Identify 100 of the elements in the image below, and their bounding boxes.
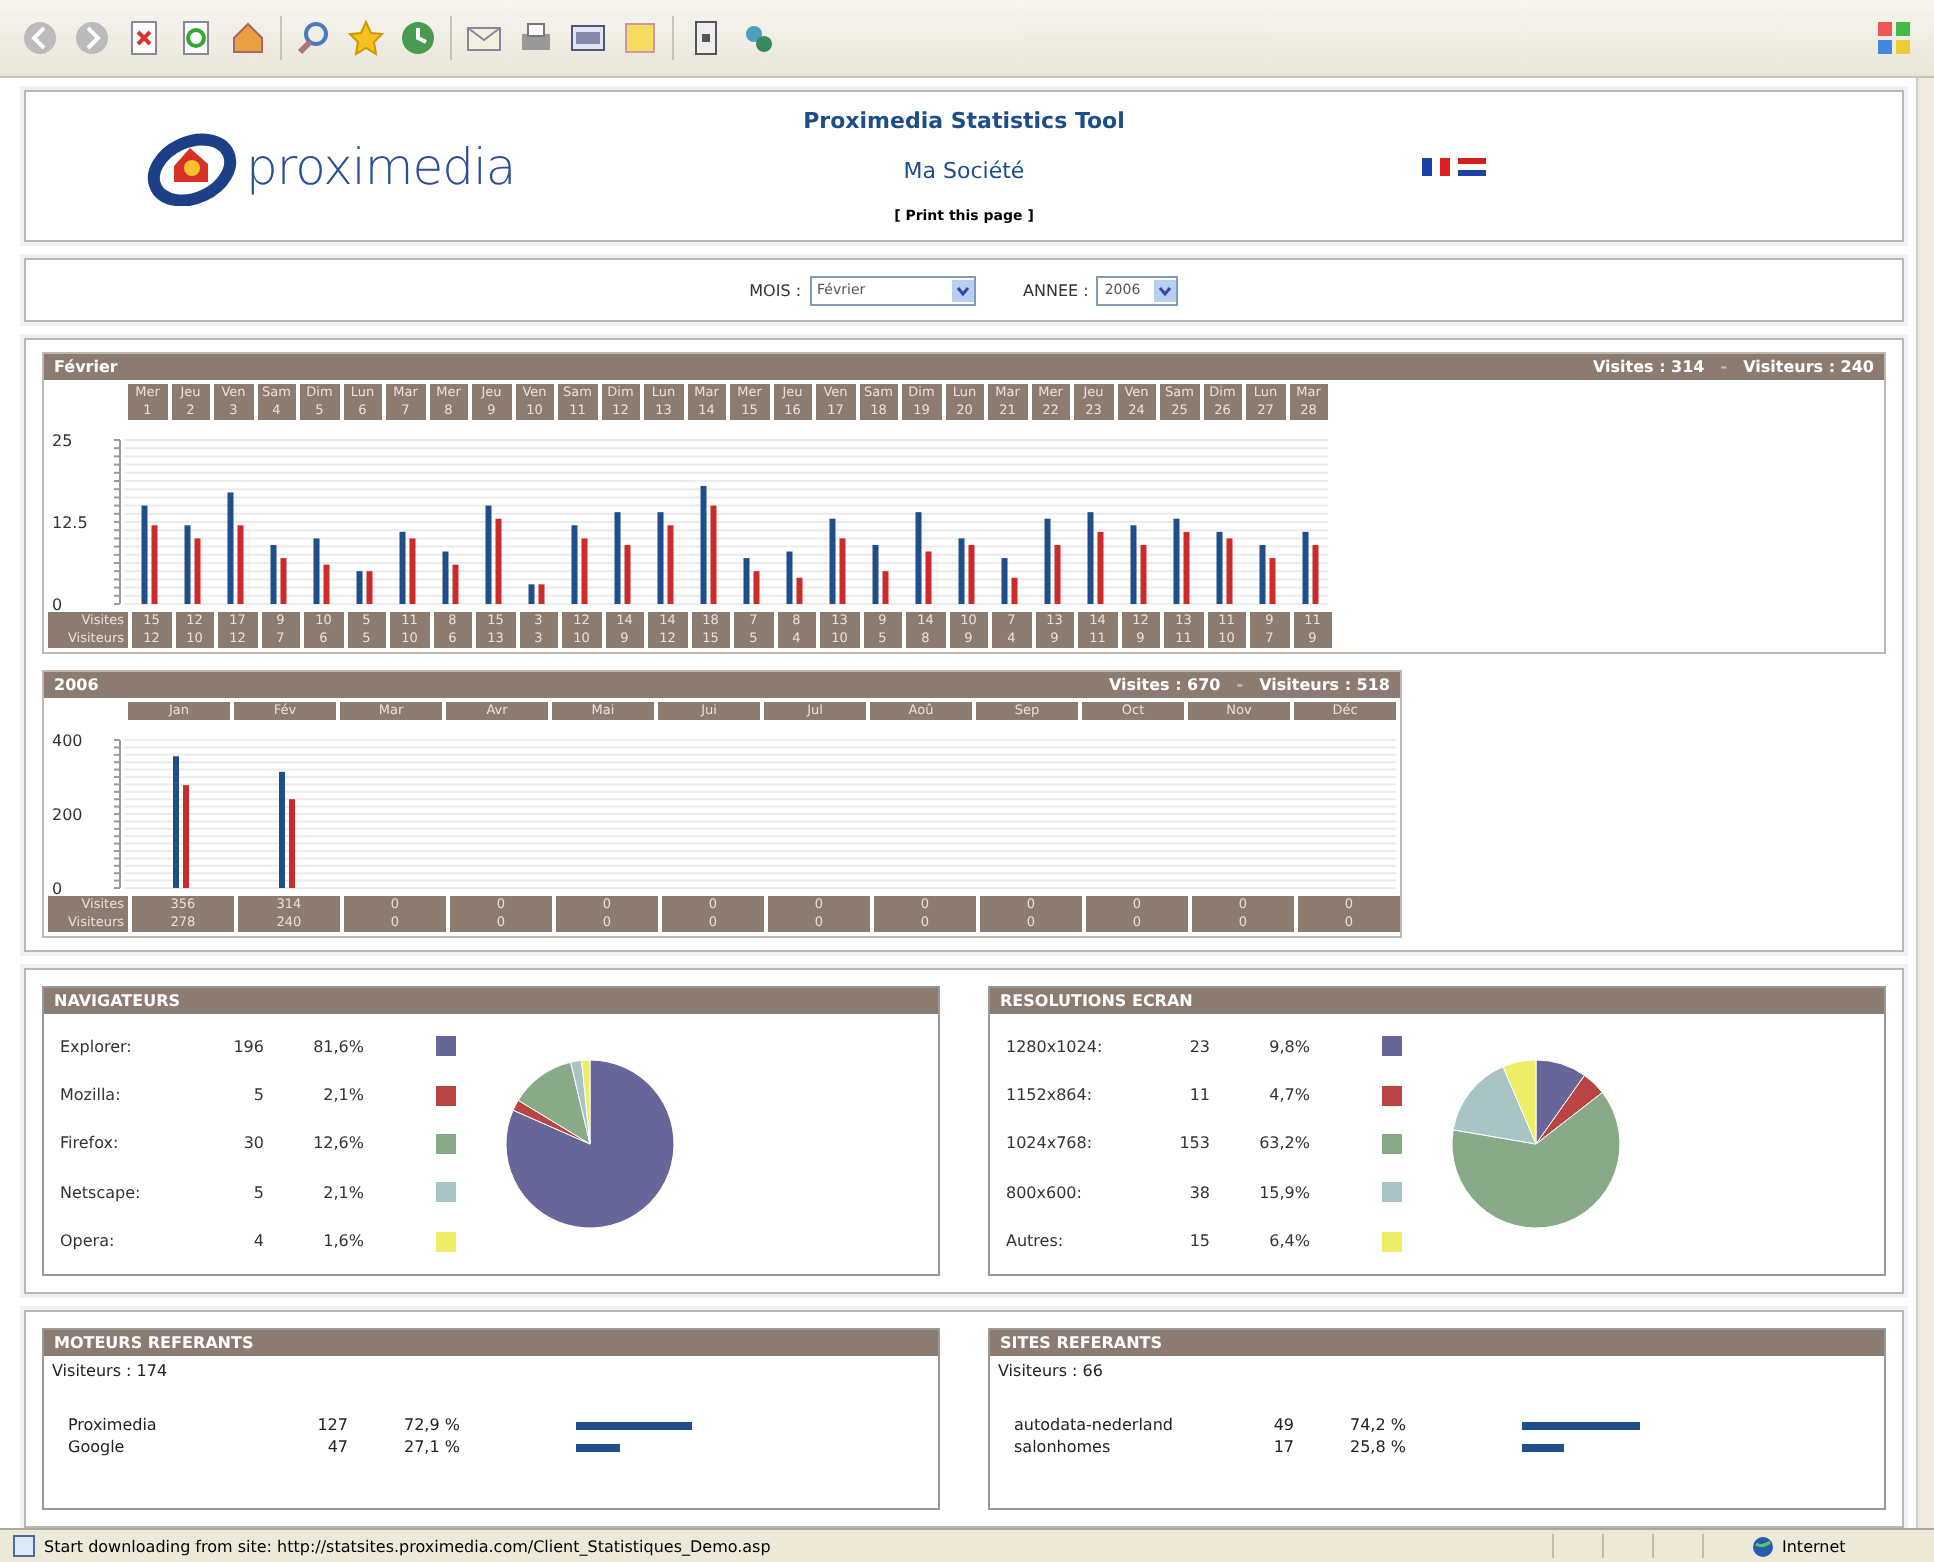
bar [289,799,295,888]
bar [1087,512,1094,604]
filter-label: ANNEE : [1023,281,1089,300]
count: 49 [1271,1416,1294,1434]
count: 5 [251,1183,264,1202]
bar [882,571,889,604]
count: 30 [241,1134,264,1153]
percent: 74,2 % [1348,1416,1408,1434]
scrollbar[interactable] [1916,78,1934,1528]
count: 127 [315,1416,348,1434]
axis-label: 25 [52,432,73,450]
bar [581,538,588,604]
axis-label: 200 [52,806,83,824]
bar [485,505,492,604]
bar [1312,544,1319,604]
bar [571,525,578,604]
percent: 63,2% [1257,1134,1310,1153]
bar [796,577,803,604]
axis-label: 0 [52,596,63,612]
percent: 27,1 % [402,1438,462,1456]
row-label: 1280x1024: [1006,1037,1105,1056]
percent: 12,6% [311,1134,364,1153]
percent: 9,8% [1267,1037,1310,1056]
panel-title: SITES REFERANTS [1000,1334,1163,1352]
bar [409,538,416,604]
search-icon[interactable] [294,18,334,58]
count: 11 [1187,1086,1210,1105]
status-text: Start downloading from site: http://statsites.proximedia.com/Client_Statistiques_Demo.asp [44,1537,771,1555]
percent: 4,7% [1267,1086,1310,1105]
visitors-count: Visiteurs : 66 [998,1362,1103,1380]
separator: - [1236,676,1244,694]
bar [1183,531,1190,604]
bar [839,538,846,604]
bar [1173,518,1180,604]
back-icon[interactable] [20,18,60,58]
row-label: Opera: [60,1232,117,1251]
count: 196 [231,1037,264,1056]
bar [743,558,750,604]
bar [667,525,674,604]
share-bar [576,1443,620,1451]
bar [452,564,459,604]
forward-icon[interactable] [72,18,112,58]
bar [1302,531,1309,604]
flag-icon[interactable] [1458,157,1486,176]
row-label: 1024x768: [1006,1134,1095,1153]
referrer-name: Google [68,1438,127,1456]
percent: 6,4% [1267,1232,1310,1251]
bar [495,518,502,604]
bar [183,785,189,888]
bar [1140,544,1147,604]
company-name: Ma Société [903,158,1025,185]
bar [1011,577,1018,604]
panel-title: RESOLUTIONS ECRAN [1000,992,1193,1010]
row-label: Explorer: [60,1037,134,1056]
referrer-name: Proximedia [68,1416,159,1434]
percent: 72,9 % [402,1416,462,1434]
row-label: 800x600: [1006,1183,1084,1202]
visits-total: Visites : 314 [1592,358,1705,376]
bar [1097,531,1104,604]
share-bar [576,1421,693,1429]
star-icon[interactable] [346,18,386,58]
bar [1216,531,1223,604]
visitors-count: Visiteurs : 174 [52,1362,168,1380]
percent: 2,1% [321,1183,364,1202]
count: 47 [325,1438,348,1456]
bar [1044,518,1051,604]
globe-icon [1752,1535,1774,1557]
bar [1130,525,1137,604]
bar [151,525,158,604]
bar [227,492,234,604]
bar [1226,538,1233,604]
panel-title: 2006 [54,676,99,694]
bar [829,518,836,604]
caret-icon [951,279,974,302]
app-title: Proximedia Statistics Tool [803,108,1125,135]
home-icon[interactable] [228,18,268,58]
bar [280,558,287,604]
percent: 2,1% [321,1086,364,1105]
share-bar [1522,1443,1564,1451]
count: 153 [1177,1134,1210,1153]
clock-icon[interactable] [398,18,438,58]
bar [366,571,373,604]
bar [624,544,631,604]
bar [141,505,148,604]
bar [1001,558,1008,604]
note-icon[interactable] [620,18,660,58]
panel-title: MOTEURS REFERANTS [54,1334,254,1352]
row-label: Mozilla: [60,1086,123,1105]
bar [173,756,179,888]
bar [538,584,545,604]
bar [528,584,535,604]
share-bar [1522,1421,1641,1429]
caret-icon [1154,279,1177,302]
bar [915,512,922,604]
bar [1054,544,1061,604]
row-label: Firefox: [60,1134,121,1153]
bar [313,538,320,604]
visitors-total: Visiteurs : 240 [1743,358,1874,376]
count: 4 [251,1232,264,1251]
flag-icon[interactable] [1422,157,1450,176]
